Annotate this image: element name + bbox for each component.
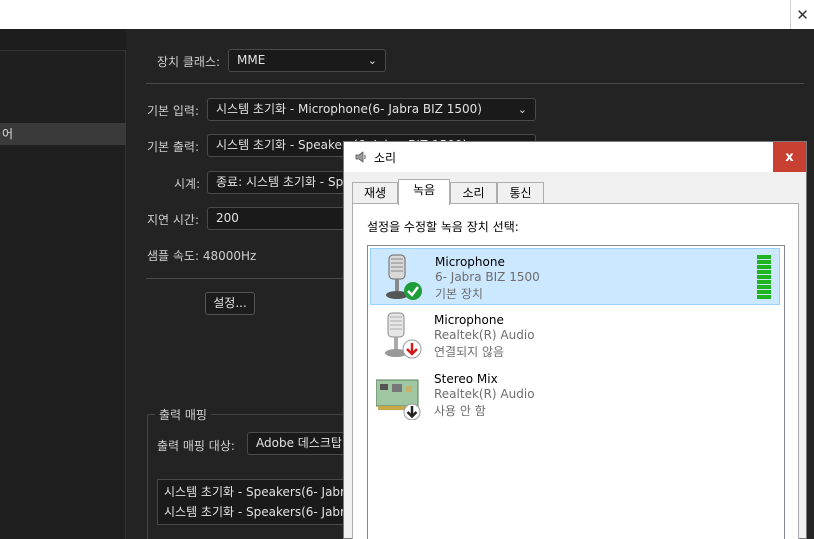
recording-device-list: Microphone 6- Jabra BIZ 1500 기본 장치 Micro… (367, 245, 785, 539)
sample-rate-label: 샘플 속도: 48000Hz (147, 247, 256, 264)
close-icon: x (785, 149, 794, 165)
device-status: 기본 장치 (435, 287, 483, 301)
device-class-value: MME (237, 53, 266, 67)
chevron-down-icon: ⌄ (517, 103, 527, 116)
sound-dialog: 소리 x 재생 녹음 소리 통신 설정을 수정할 녹음 장치 선택: Micro… (343, 141, 807, 539)
sample-rate-label-text: 샘플 속도: (147, 249, 200, 263)
sample-rate-value: 48000Hz (202, 249, 257, 263)
latency-value: 200 (216, 211, 239, 225)
tab-sounds[interactable]: 소리 (450, 182, 497, 204)
device-item-realtek-microphone[interactable]: Microphone Realtek(R) Audio 연결되지 않음 (370, 307, 780, 364)
settings-button[interactable]: 설정... (205, 292, 255, 315)
device-item-stereo-mix[interactable]: Stereo Mix Realtek(R) Audio 사용 안 함 (370, 366, 780, 423)
device-name: Stereo Mix (434, 372, 498, 386)
left-panel-selected-item[interactable]: 어 (0, 123, 126, 145)
device-status: 사용 안 함 (434, 404, 486, 418)
default-input-dropdown[interactable]: 시스템 초기화 - Microphone(6- Jabra BIZ 1500) … (207, 98, 536, 121)
default-input-value: 시스템 초기화 - Microphone(6- Jabra BIZ 1500) (216, 102, 482, 116)
level-meter (757, 255, 771, 299)
device-driver: Realtek(R) Audio (434, 328, 535, 342)
left-category-panel: 어 (0, 50, 126, 539)
microphone-icon (386, 254, 422, 300)
dialog-title: 소리 (374, 151, 397, 165)
tab-communications[interactable]: 통신 (497, 182, 544, 204)
sound-card-icon (376, 379, 421, 420)
check-badge-icon (404, 282, 422, 300)
default-input-label: 기본 입력: (147, 104, 200, 118)
device-class-label: 장치 클래스: (157, 55, 221, 69)
tab-recording[interactable]: 녹음 (398, 179, 450, 205)
latency-label: 지연 시간: (147, 213, 200, 227)
device-class-dropdown[interactable]: MME ⌄ (228, 49, 386, 72)
close-icon: ✕ (796, 5, 809, 24)
output-mapping-title: 출력 매핑 (155, 406, 211, 423)
microphone-icon (385, 312, 422, 359)
device-name: Microphone (435, 255, 505, 269)
window-close-button[interactable]: ✕ (790, 0, 814, 29)
device-driver: Realtek(R) Audio (434, 387, 535, 401)
mapping-target-label: 출력 매핑 대상: (157, 439, 235, 453)
clock-label: 시계: (174, 177, 201, 191)
device-driver: 6- Jabra BIZ 1500 (435, 270, 540, 284)
speaker-icon (355, 151, 366, 163)
device-item-jabra-microphone[interactable]: Microphone 6- Jabra BIZ 1500 기본 장치 (370, 248, 780, 305)
dialog-titlebar: 소리 x (344, 142, 806, 172)
default-output-label: 기본 출력: (147, 140, 200, 154)
device-status: 연결되지 않음 (434, 345, 505, 359)
device-name: Microphone (434, 313, 504, 327)
divider (146, 83, 804, 84)
chevron-down-icon: ⌄ (367, 54, 377, 67)
dialog-close-button[interactable]: x (773, 142, 806, 172)
recording-tab-page: 설정을 수정할 녹음 장치 선택: Microphone 6- Jabra BI… (352, 203, 799, 539)
tab-playback[interactable]: 재생 (352, 182, 398, 204)
instruction-text: 설정을 수정할 녹음 장치 선택: (367, 220, 519, 234)
window-top-strip (0, 0, 814, 29)
